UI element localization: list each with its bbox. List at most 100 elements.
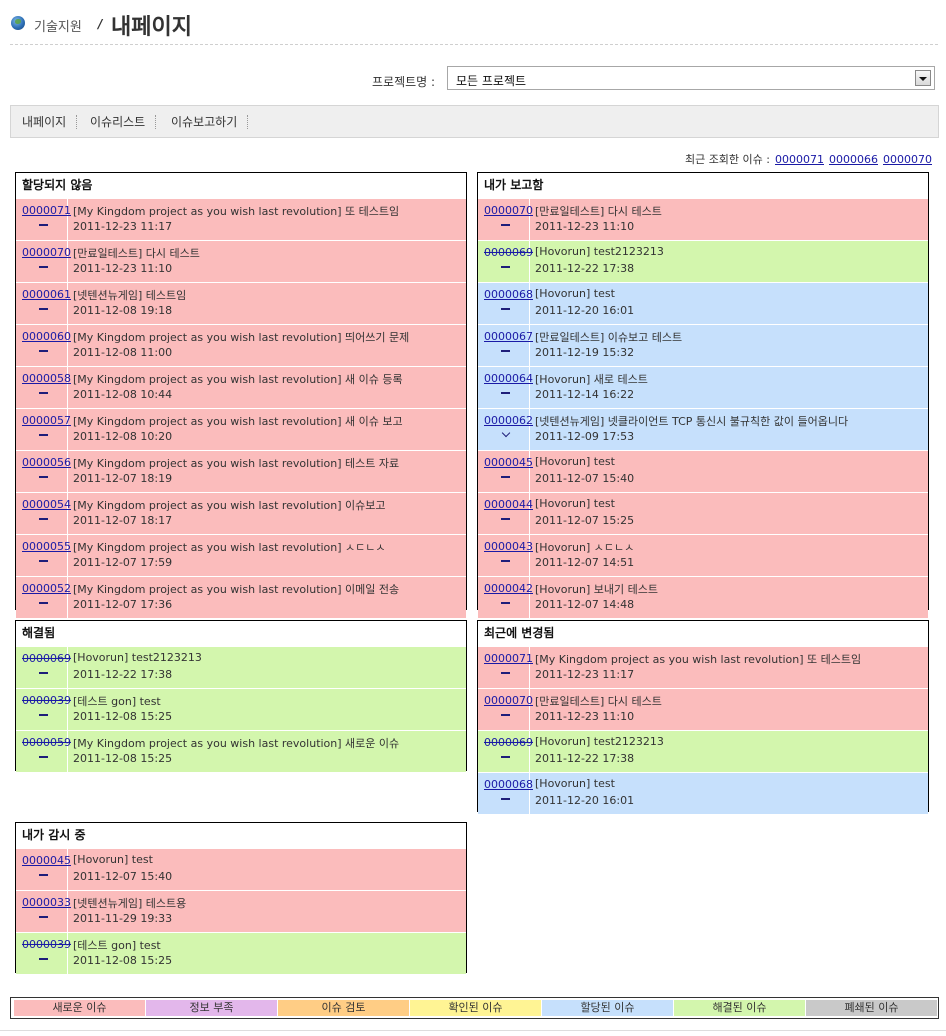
tab-report-issue[interactable]: 이슈보고하기: [171, 115, 249, 129]
issue-id-link[interactable]: 0000061: [22, 288, 71, 301]
tab-mypage[interactable]: 내페이지: [22, 115, 78, 129]
issue-id-link[interactable]: 0000070: [484, 204, 533, 217]
issue-title: [Hovorun] test: [535, 777, 615, 790]
issue-date: 2011-12-20 16:01: [535, 304, 635, 317]
issue-id-cell: 0000039: [16, 933, 71, 974]
issue-id-cell: 0000068: [478, 283, 533, 324]
issue-date: 2011-12-22 17:38: [73, 668, 173, 681]
legend-item: 새로운 이슈: [14, 1000, 145, 1016]
issue-id-link[interactable]: 0000045: [22, 854, 71, 867]
issue-id-cell: 0000069: [478, 241, 533, 282]
issue-id-link[interactable]: 0000043: [484, 540, 533, 553]
issue-date: 2011-12-07 14:48: [535, 598, 635, 611]
issue-row: 0000067 [만료일테스트] 이슈보고 테스트 2011-12-19 15:32: [478, 324, 928, 366]
issue-id-link[interactable]: 0000054: [22, 498, 71, 511]
issue-id-cell: 0000060: [16, 325, 71, 366]
issue-id-link[interactable]: 0000044: [484, 498, 533, 511]
panel-reported-by-me: 내가 보고함 0000070 [만료일테스트] 다시 테스트 2011-12-23 …: [477, 172, 929, 618]
priority-normal-icon: [39, 224, 48, 226]
issue-id-link[interactable]: 0000064: [484, 372, 533, 385]
panel-monitoring: 내가 감시 중 0000045 [Hovorun] test 2011-12-07 …: [15, 822, 467, 974]
issue-id-link[interactable]: 0000057: [22, 414, 71, 427]
project-select-value: 모든 프로젝트: [456, 74, 527, 88]
issue-id-cell: 0000070: [478, 199, 533, 240]
issue-row: 0000043 [Hovorun] ㅅㄷㄴㅅ 2011-12-07 14:51: [478, 534, 928, 576]
issue-id-link[interactable]: 0000071: [484, 652, 533, 665]
issue-id-cell: 0000069: [478, 731, 533, 772]
tab-issue-list[interactable]: 이슈리스트: [90, 115, 157, 129]
priority-normal-icon: [501, 350, 510, 352]
issue-id-link[interactable]: 0000033: [22, 896, 71, 909]
recently-viewed: 최근 조회한 이슈 : 0000071 0000066 0000070: [685, 151, 932, 167]
issue-date: 2011-12-07 15:40: [535, 472, 635, 485]
issue-id-link[interactable]: 0000069: [22, 652, 71, 665]
priority-normal-icon: [39, 518, 48, 520]
issue-title: [넷텐션뉴게임] 넷클라이언트 TCP 통신시 불규칙한 값이 들어옵니다: [535, 415, 849, 428]
issue-id-cell: 0000044: [478, 493, 533, 534]
issue-id-link[interactable]: 0000068: [484, 778, 533, 791]
issue-id-cell: 0000070: [478, 689, 533, 730]
issue-id-cell: 0000039: [16, 689, 71, 730]
issue-row: 0000042 [Hovorun] 보내기 테스트 2011-12-07 14:48: [478, 576, 928, 618]
priority-normal-icon: [39, 874, 48, 876]
issue-title: [My Kingdom project as you wish last rev…: [73, 541, 386, 554]
page-title: 내페이지: [111, 15, 192, 40]
recent-issue-link[interactable]: 0000066: [829, 153, 878, 166]
issue-id-link[interactable]: 0000039: [22, 694, 71, 707]
issue-row: 0000055 [My Kingdom project as you wish l…: [16, 534, 466, 576]
priority-normal-icon: [39, 916, 48, 918]
issue-id-link[interactable]: 0000069: [484, 736, 533, 749]
issue-date: 2011-12-08 10:44: [73, 388, 173, 401]
issue-title: [테스트 gon] test: [73, 695, 161, 708]
issue-title: [My Kingdom project as you wish last rev…: [73, 331, 410, 344]
issue-id-cell: 0000070: [16, 241, 71, 282]
issue-id-link[interactable]: 0000067: [484, 330, 533, 343]
issue-id-link[interactable]: 0000052: [22, 582, 71, 595]
issue-date: 2011-12-20 16:01: [535, 794, 635, 807]
priority-normal-icon: [39, 602, 48, 604]
issue-title: [My Kingdom project as you wish last rev…: [73, 737, 400, 750]
panel-title: 해결됨: [22, 626, 56, 640]
issue-id-link[interactable]: 0000071: [22, 204, 71, 217]
issue-date: 2011-12-14 16:22: [535, 388, 635, 401]
issue-row: 0000070 [만료일테스트] 다시 테스트 2011-12-23 11:10: [478, 688, 928, 730]
issue-row: 0000062 [넷텐션뉴게임] 넷클라이언트 TCP 통신시 불규칙한 값이 들…: [478, 408, 928, 450]
issue-row: 0000070 [만료일테스트] 다시 테스트 2011-12-23 11:10: [478, 198, 928, 240]
issue-id-link[interactable]: 0000060: [22, 330, 71, 343]
issue-id-link[interactable]: 0000068: [484, 288, 533, 301]
issue-id-link[interactable]: 0000062: [484, 414, 533, 427]
issue-row: 0000045 [Hovorun] test 2011-12-07 15:40: [478, 450, 928, 492]
legend-item: 확인된 이슈: [410, 1000, 541, 1016]
issue-id-link[interactable]: 0000069: [484, 246, 533, 259]
panel-unassigned: 할당되지 않음 0000071 [My Kingdom project as yo…: [15, 172, 467, 618]
issue-id-link[interactable]: 0000059: [22, 736, 71, 749]
issue-id-cell: 0000055: [16, 535, 71, 576]
issue-id-link[interactable]: 0000070: [22, 246, 71, 259]
issue-id-link[interactable]: 0000042: [484, 582, 533, 595]
issue-id-link[interactable]: 0000070: [484, 694, 533, 707]
issue-title: [넷텐션뉴게임] 테스트임: [73, 289, 187, 302]
priority-normal-icon: [501, 798, 510, 800]
issue-title: [Hovorun] test: [535, 497, 615, 510]
issue-id-link[interactable]: 0000039: [22, 938, 71, 951]
priority-normal-icon: [39, 434, 48, 436]
issue-title: [Hovorun] 보내기 테스트: [535, 583, 659, 596]
issue-id-link[interactable]: 0000045: [484, 456, 533, 469]
issue-id-link[interactable]: 0000056: [22, 456, 71, 469]
priority-normal-icon: [39, 672, 48, 674]
issue-row: 0000070 [만료일테스트] 다시 테스트 2011-12-23 11:10: [16, 240, 466, 282]
breadcrumb-home-link[interactable]: 기술지원: [34, 16, 82, 35]
panel-title: 최근에 변경됨: [484, 626, 555, 640]
priority-normal-icon: [501, 560, 510, 562]
project-select[interactable]: 모든 프로젝트: [447, 66, 935, 90]
dropdown-arrow-icon[interactable]: [915, 70, 931, 86]
issue-id-link[interactable]: 0000055: [22, 540, 71, 553]
issue-id-cell: 0000057: [16, 409, 71, 450]
issue-id-link[interactable]: 0000058: [22, 372, 71, 385]
issue-title: [넷텐션뉴게임] 테스트용: [73, 897, 187, 910]
breadcrumb-separator: /: [98, 17, 103, 31]
panel-title: 내가 감시 중: [22, 828, 86, 842]
recently-viewed-label: 최근 조회한 이슈 :: [684, 153, 770, 166]
recent-issue-link[interactable]: 0000071: [775, 153, 824, 166]
recent-issue-link[interactable]: 0000070: [883, 153, 932, 166]
